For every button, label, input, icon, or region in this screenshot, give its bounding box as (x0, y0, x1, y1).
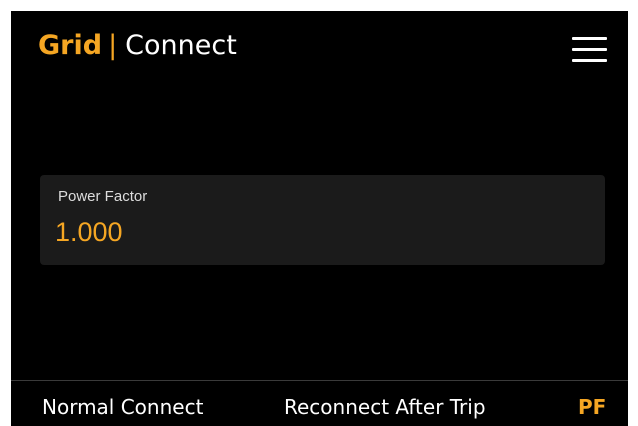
menu-bar-bottom (572, 59, 607, 62)
tab-normal-connect[interactable]: Normal Connect (42, 394, 203, 420)
app-screen: Grid | Connect Power Factor 1.000 Normal C… (11, 11, 628, 426)
tab-pf[interactable]: PF (578, 394, 606, 420)
page-name: Connect (125, 30, 237, 61)
tab-reconnect-after-trip[interactable]: Reconnect After Trip (284, 394, 486, 420)
page-title: Grid | Connect (38, 29, 237, 63)
brand-label: Grid (38, 30, 103, 61)
hamburger-menu-icon[interactable] (571, 37, 607, 65)
header: Grid | Connect (11, 11, 628, 81)
bottom-tab-bar: Normal Connect Reconnect After Trip PF (11, 380, 628, 426)
title-separator: | (108, 30, 118, 61)
power-factor-value[interactable]: 1.000 (55, 215, 123, 249)
menu-bar-top (572, 37, 607, 40)
power-factor-label: Power Factor (58, 188, 148, 205)
power-factor-field[interactable]: Power Factor 1.000 (40, 175, 605, 265)
menu-bar-middle (572, 48, 607, 51)
